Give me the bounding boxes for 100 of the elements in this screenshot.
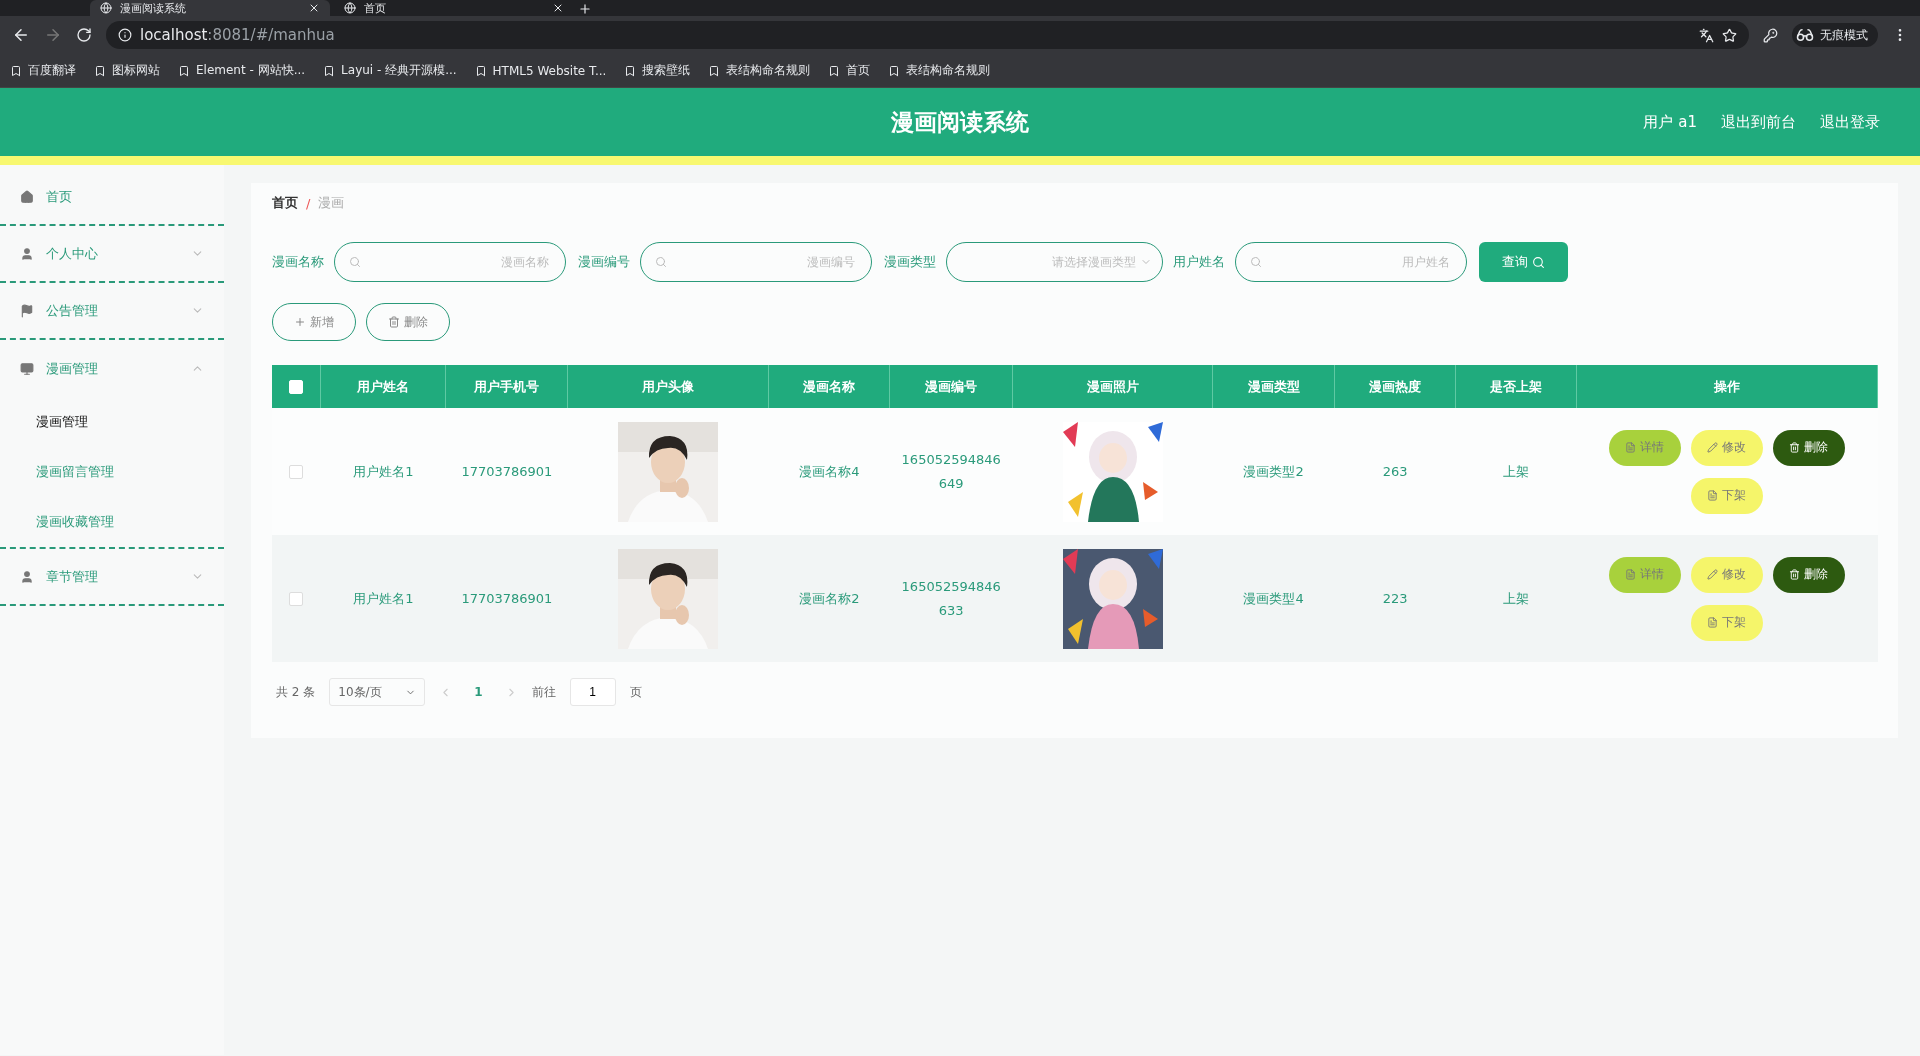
table-cell: 漫画类型2 bbox=[1212, 408, 1335, 535]
submenu-item[interactable]: 漫画收藏管理 bbox=[0, 497, 224, 547]
bookmark-icon bbox=[94, 64, 106, 77]
filter-label: 漫画编号 bbox=[578, 253, 630, 271]
star-icon[interactable] bbox=[1722, 27, 1737, 43]
breadcrumb-item[interactable]: 首页 bbox=[272, 194, 298, 212]
delete-button[interactable]: 删除 bbox=[1772, 556, 1845, 593]
input-placeholder: 漫画编号 bbox=[675, 254, 857, 270]
close-icon[interactable] bbox=[308, 2, 320, 14]
table-cell: 用户姓名1 bbox=[320, 408, 446, 535]
filter-label: 漫画名称 bbox=[272, 253, 324, 271]
input-placeholder: 漫画名称 bbox=[369, 254, 551, 270]
bookmark[interactable]: 表结构命名规则 bbox=[708, 62, 811, 79]
page-number[interactable]: 1 bbox=[466, 685, 491, 699]
bookmark[interactable]: HTML5 Website T... bbox=[474, 63, 607, 78]
breadcrumb-item[interactable]: 漫画 bbox=[318, 194, 345, 212]
info-icon bbox=[118, 28, 132, 42]
translate-icon[interactable] bbox=[1699, 27, 1714, 43]
filter-label: 漫画类型 bbox=[884, 253, 936, 271]
table-cell-text: 165052594846649 bbox=[901, 450, 1002, 493]
filter-label: 用户姓名 bbox=[1173, 253, 1225, 271]
document-icon bbox=[1707, 617, 1719, 628]
bookmark[interactable]: Layui - 经典开源模... bbox=[323, 62, 457, 79]
input-placeholder: 用户姓名 bbox=[1270, 254, 1452, 270]
incognito-icon bbox=[1796, 26, 1814, 44]
bookmark-icon bbox=[708, 64, 721, 77]
header-link[interactable]: 退出到前台 bbox=[1721, 112, 1796, 132]
column-header: 漫画照片 bbox=[1012, 365, 1213, 408]
bookmark-icon bbox=[624, 64, 637, 77]
edit-button[interactable]: 修改 bbox=[1690, 556, 1763, 593]
globe-icon bbox=[100, 2, 112, 14]
trash-icon bbox=[1789, 442, 1801, 453]
menu-label[interactable]: 公告管理 bbox=[46, 301, 179, 320]
bookmark[interactable]: 搜索壁纸 bbox=[624, 62, 691, 79]
column-header: 操作 bbox=[1576, 365, 1878, 408]
back-icon[interactable] bbox=[12, 26, 30, 44]
profile-button[interactable]: 无痕模式 bbox=[1792, 23, 1878, 47]
column-header: 漫画编号 bbox=[889, 365, 1013, 408]
document-icon bbox=[1625, 569, 1637, 580]
table-cell: 上架 bbox=[1455, 535, 1577, 662]
submenu-item[interactable]: 漫画留言管理 bbox=[0, 447, 224, 497]
query-button[interactable]: 查询 bbox=[1479, 242, 1568, 282]
page-suffix: 页 bbox=[629, 683, 642, 701]
detail-button[interactable]: 详情 bbox=[1608, 429, 1681, 466]
search-icon bbox=[349, 256, 361, 268]
page-size-select[interactable]: 10条/页 bbox=[329, 678, 426, 706]
column-header: 用户姓名 bbox=[320, 365, 446, 408]
pencil-icon bbox=[1707, 569, 1719, 580]
table-cell: 用户姓名1 bbox=[320, 535, 446, 662]
header-link[interactable]: 用户 a1 bbox=[1643, 112, 1697, 132]
table-cell: 17703786901 bbox=[445, 535, 568, 662]
bookmark[interactable]: 表结构命名规则 bbox=[888, 62, 991, 79]
bookmark[interactable]: 百度翻译 bbox=[10, 62, 76, 79]
page-input[interactable]: 1 bbox=[569, 678, 616, 706]
checkbox[interactable] bbox=[289, 465, 304, 480]
unlist-button[interactable]: 下架 bbox=[1690, 477, 1763, 514]
total-count: 共 2 条 bbox=[276, 683, 316, 701]
search-icon bbox=[655, 256, 667, 268]
column-header: 漫画名称 bbox=[768, 365, 890, 408]
menu-label[interactable]: 章节管理 bbox=[46, 567, 179, 586]
new-tab-icon[interactable] bbox=[578, 2, 592, 16]
table-cell: 223 bbox=[1334, 535, 1456, 662]
reload-icon[interactable] bbox=[76, 27, 92, 43]
table-cell: 263 bbox=[1334, 408, 1456, 535]
bookmark-icon bbox=[474, 64, 487, 77]
bookmark-icon bbox=[178, 64, 190, 77]
header-link[interactable]: 退出登录 bbox=[1820, 112, 1880, 132]
browser-tab[interactable]: 漫画阅读系统 bbox=[90, 0, 330, 16]
column-header: 用户手机号 bbox=[445, 365, 568, 408]
close-icon[interactable] bbox=[552, 2, 564, 14]
edit-button[interactable]: 修改 bbox=[1690, 429, 1763, 466]
address-bar[interactable]: localhost:8081/#/manhua bbox=[106, 21, 1749, 49]
document-icon bbox=[1625, 442, 1637, 453]
table-cell: 漫画类型4 bbox=[1212, 535, 1335, 662]
document-icon bbox=[1707, 490, 1719, 501]
checkbox[interactable] bbox=[289, 592, 304, 607]
pencil-icon bbox=[1707, 442, 1719, 453]
bookmark[interactable]: 图标网站 bbox=[94, 62, 160, 79]
unlist-button[interactable]: 下架 bbox=[1690, 604, 1763, 641]
bookmark-icon bbox=[10, 64, 22, 77]
bookmark[interactable]: 首页 bbox=[828, 62, 871, 79]
detail-button[interactable]: 详情 bbox=[1608, 556, 1681, 593]
table-cell: 漫画名称4 bbox=[768, 408, 890, 535]
column-header: 用户头像 bbox=[567, 365, 769, 408]
goto-label: 前往 bbox=[531, 683, 556, 701]
menu-label[interactable]: 漫画管理 bbox=[46, 359, 179, 378]
forward-icon[interactable] bbox=[44, 26, 62, 44]
key-icon[interactable] bbox=[1763, 27, 1778, 43]
submenu-item[interactable]: 漫画管理 bbox=[0, 397, 224, 447]
plus-icon bbox=[294, 316, 306, 328]
bookmark[interactable]: Element - 网站快... bbox=[178, 62, 306, 79]
trash-icon bbox=[1789, 569, 1801, 580]
delete-button[interactable]: 删除 bbox=[1772, 429, 1845, 466]
column-header: 漫画类型 bbox=[1212, 365, 1335, 408]
column-header: 漫画热度 bbox=[1334, 365, 1456, 408]
menu-label[interactable]: 首页 bbox=[46, 187, 204, 206]
globe-icon bbox=[344, 2, 356, 14]
table-cell: 17703786901 bbox=[445, 408, 568, 535]
browser-tab[interactable]: 首页 bbox=[334, 0, 574, 16]
menu-label[interactable]: 个人中心 bbox=[46, 244, 179, 263]
